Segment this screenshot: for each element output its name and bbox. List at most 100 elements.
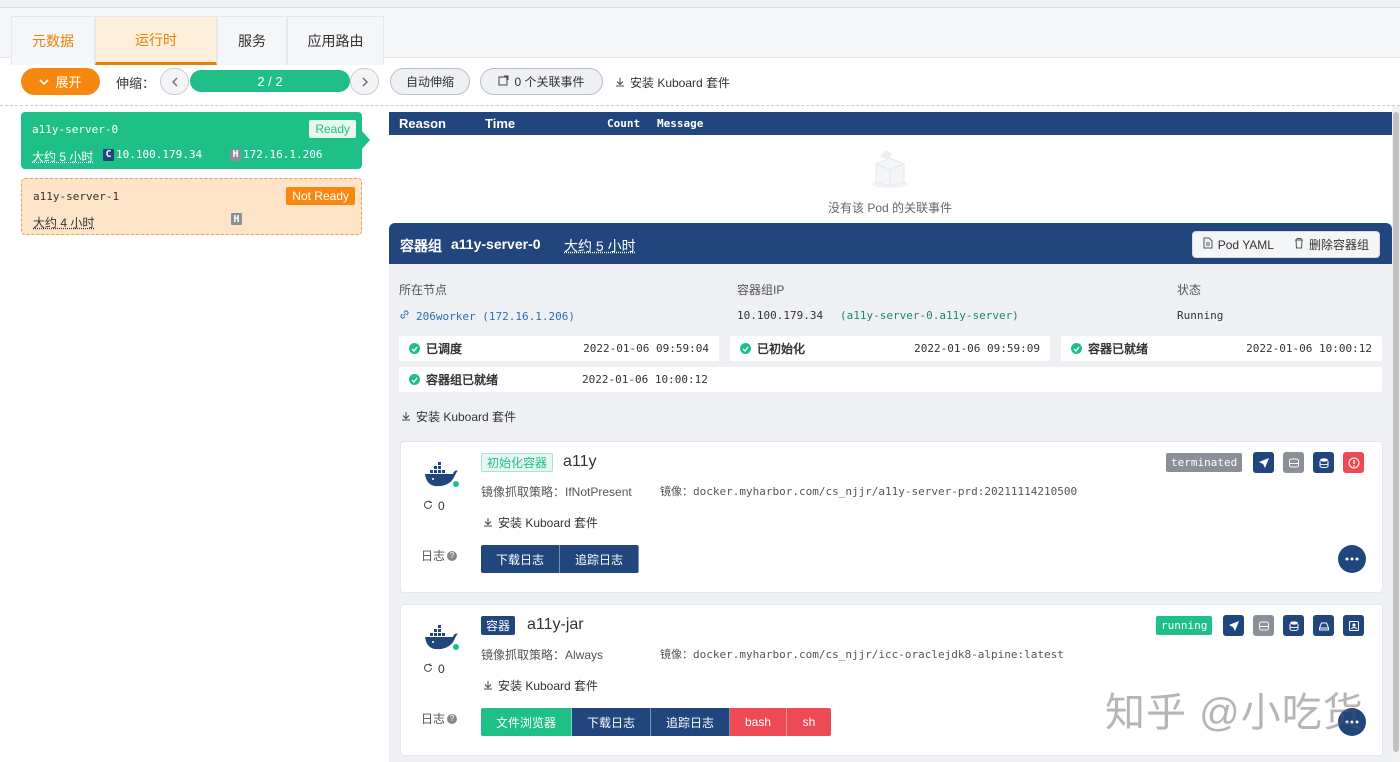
col-count: Count bbox=[607, 117, 641, 130]
container-tag: 容器 bbox=[481, 616, 516, 635]
install-kuboard-label: 安装 Kuboard 套件 bbox=[498, 516, 599, 530]
trace-logs-button[interactable]: 追踪日志 bbox=[560, 545, 639, 573]
delete-pod-button[interactable]: 删除容器组 bbox=[1284, 232, 1379, 257]
events-table-header: Reason Time Count Message bbox=[389, 112, 1392, 135]
pod-group-age: 大约 5 小时 bbox=[564, 238, 636, 254]
install-kuboard-link-2[interactable]: 安装 Kuboard 套件 bbox=[401, 408, 516, 425]
pod-card-0[interactable]: a11y-server-0 Ready 大约 5 小时 C 10.100.179… bbox=[21, 112, 362, 169]
restart-count: 0 bbox=[423, 662, 445, 676]
help-icon[interactable]: ? bbox=[447, 550, 458, 561]
external-link-icon bbox=[498, 75, 509, 89]
node-value: 206worker (172.16.1.206) bbox=[416, 309, 575, 323]
database-icon[interactable] bbox=[1313, 452, 1334, 473]
download-icon bbox=[615, 76, 625, 90]
related-events-label: 0 个关联事件 bbox=[514, 75, 585, 89]
install-kuboard-label: 安装 Kuboard 套件 bbox=[630, 76, 731, 90]
more-icon[interactable] bbox=[1338, 545, 1366, 573]
logs-label-text: 日志 bbox=[421, 712, 446, 726]
chevron-left-icon bbox=[171, 77, 177, 86]
install-kuboard-link[interactable]: 安装 Kuboard 套件 bbox=[483, 514, 598, 531]
pod-card-1[interactable]: a11y-server-1 Not Ready 大约 4 小时 H bbox=[21, 178, 362, 235]
image: 镜像：docker.myharbor.com/cs_njjr/icc-oracl… bbox=[660, 648, 1064, 661]
toolbar: 展开 伸缩： 2 / 2 自动伸缩 0 个关联事件 安装 Kuboard 套件 bbox=[0, 58, 1400, 106]
terminal-icon[interactable] bbox=[1253, 615, 1274, 636]
logs-label: 日志 ? bbox=[421, 710, 458, 727]
image: 镜像：docker.myharbor.com/cs_njjr/a11y-serv… bbox=[660, 485, 1078, 498]
chevron-right-icon bbox=[362, 77, 368, 86]
restart-count: 0 bbox=[423, 499, 445, 513]
refresh-icon bbox=[423, 499, 433, 513]
check-circle-icon bbox=[1071, 343, 1082, 354]
replicas-indicator: 2 / 2 bbox=[190, 70, 350, 92]
pod-yaml-button[interactable]: Pod YAML bbox=[1193, 232, 1284, 257]
condition-initialized: 已初始化 2022-01-06 09:59:09 bbox=[730, 336, 1050, 361]
node-link[interactable]: 206worker (172.16.1.206) bbox=[399, 309, 575, 323]
host-ip: H bbox=[231, 213, 244, 225]
file-browser-button[interactable]: 文件浏览器 bbox=[481, 708, 572, 736]
storage-icon[interactable] bbox=[1313, 615, 1334, 636]
database-icon[interactable] bbox=[1283, 615, 1304, 636]
send-icon[interactable] bbox=[1253, 452, 1274, 473]
docker-icon bbox=[423, 460, 459, 488]
pod-status-value: Running bbox=[1177, 309, 1224, 322]
host-ip-tag: H bbox=[230, 148, 241, 161]
user-badge-icon[interactable] bbox=[1343, 615, 1364, 636]
events-empty-text: 没有该 Pod 的关联事件 bbox=[827, 201, 953, 215]
install-kuboard-label: 安装 Kuboard 套件 bbox=[498, 679, 599, 693]
scrollbar-thumb[interactable] bbox=[1393, 112, 1399, 752]
col-reason: Reason bbox=[399, 116, 446, 131]
refresh-icon bbox=[423, 662, 433, 676]
condition-name: 容器已就绪 bbox=[1088, 342, 1149, 356]
condition-time: 2022-01-06 10:00:12 bbox=[1246, 342, 1372, 355]
file-icon bbox=[1203, 237, 1213, 252]
watermark: 知乎 @小吃货 bbox=[1105, 691, 1364, 735]
install-kuboard-link[interactable]: 安装 Kuboard 套件 bbox=[615, 74, 730, 91]
node-label: 所在节点 bbox=[399, 283, 448, 297]
init-container-tag: 初始化容器 bbox=[481, 453, 554, 472]
tab-bar: 元数据 运行时 服务 应用路由 bbox=[0, 8, 1400, 65]
status-badge: Not Ready bbox=[286, 187, 355, 205]
state-tag: running bbox=[1156, 616, 1213, 635]
condition-scheduled: 已调度 2022-01-06 09:59:04 bbox=[399, 336, 719, 361]
related-events-button[interactable]: 0 个关联事件 bbox=[480, 68, 603, 95]
scale-down-button[interactable] bbox=[160, 68, 189, 95]
pod-ip-value: 10.100.179.34 bbox=[737, 309, 824, 322]
expand-label: 展开 bbox=[55, 75, 82, 90]
help-icon[interactable]: ? bbox=[447, 713, 458, 724]
pod-group-header: 容器组 a11y-server-0 大约 5 小时 Pod YAML 删除容器组 bbox=[389, 223, 1392, 264]
bash-button[interactable]: bash bbox=[730, 708, 787, 736]
send-icon[interactable] bbox=[1223, 615, 1244, 636]
download-icon bbox=[401, 410, 411, 424]
alert-icon[interactable] bbox=[1343, 452, 1364, 473]
pull-policy: 镜像抓取策略：IfNotPresent bbox=[481, 485, 632, 499]
pod-group-actions: Pod YAML 删除容器组 bbox=[1191, 231, 1380, 258]
condition-name: 已初始化 bbox=[757, 342, 806, 356]
condition-pod-ready: 容器组已就绪 2022-01-06 10:00:12 bbox=[399, 367, 1382, 392]
host-ip-tag: H bbox=[231, 213, 242, 225]
pod-group-label: 容器组 bbox=[400, 238, 442, 254]
container-ip-tag: C bbox=[103, 148, 114, 161]
trace-logs-button[interactable]: 追踪日志 bbox=[651, 708, 730, 736]
trash-icon bbox=[1294, 237, 1304, 252]
autoscale-button[interactable]: 自动伸缩 bbox=[390, 68, 470, 95]
scale-up-button[interactable] bbox=[350, 68, 379, 95]
logs-label-text: 日志 bbox=[421, 549, 446, 563]
scale-label: 伸缩： bbox=[116, 76, 156, 91]
expand-button[interactable]: 展开 bbox=[21, 68, 100, 95]
col-message: Message bbox=[657, 117, 704, 130]
selection-pointer bbox=[361, 130, 370, 150]
pod-age: 大约 4 小时 bbox=[33, 216, 95, 230]
download-logs-button[interactable]: 下载日志 bbox=[481, 545, 560, 573]
sh-button[interactable]: sh bbox=[787, 708, 831, 736]
chevron-down-icon bbox=[39, 74, 50, 89]
condition-name: 容器组已就绪 bbox=[426, 373, 499, 387]
check-circle-icon bbox=[409, 343, 420, 354]
install-kuboard-link[interactable]: 安装 Kuboard 套件 bbox=[483, 677, 598, 694]
download-logs-button[interactable]: 下载日志 bbox=[572, 708, 651, 736]
terminal-icon[interactable] bbox=[1283, 452, 1304, 473]
window-top-edge bbox=[0, 0, 1400, 8]
condition-name: 已调度 bbox=[426, 342, 463, 356]
check-circle-icon bbox=[740, 343, 751, 354]
log-buttons: 下载日志 追踪日志 bbox=[481, 545, 639, 573]
condition-time: 2022-01-06 10:00:12 bbox=[582, 373, 708, 386]
